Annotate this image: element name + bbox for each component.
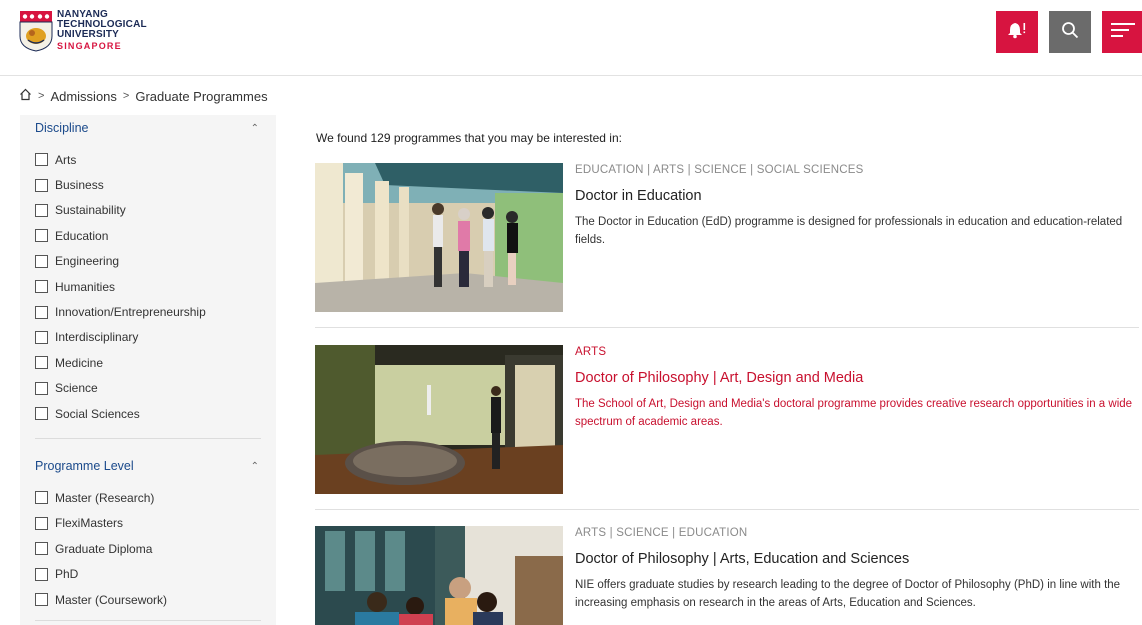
menu-button[interactable]	[1102, 11, 1142, 53]
filter-option-innovation[interactable]: Innovation/Entrepreneurship	[35, 299, 261, 324]
programme-info: ARTS Doctor of Philosophy | Art, Design …	[575, 345, 1139, 431]
checkbox[interactable]	[35, 356, 48, 370]
ntu-logo[interactable]: NANYANG TECHNOLOGICAL UNIVERSITY SINGAPO…	[19, 10, 147, 52]
programme-description: NIE offers graduate studies by research …	[575, 579, 1121, 609]
filter-option-label: Master (Coursework)	[55, 592, 168, 607]
programme-card[interactable]: EDUCATION | ARTS | SCIENCE | SOCIAL SCIE…	[315, 163, 1139, 343]
programme-description: The Doctor in Education (EdD) programme …	[575, 216, 1123, 246]
checkbox[interactable]	[35, 491, 48, 505]
filter-option-label: PhD	[55, 567, 79, 582]
programme-level-filter-group: Programme Level ⌃ Master (Research) Flex…	[20, 453, 276, 612]
filter-option-label: Social Sciences	[55, 406, 140, 421]
filter-option-label: Sustainability	[55, 203, 126, 218]
logo-line-3: UNIVERSITY	[57, 29, 120, 40]
logo-wordmark: NANYANG TECHNOLOGICAL UNIVERSITY SINGAPO…	[57, 10, 147, 52]
filter-sidebar: Discipline ⌃ Arts Business Sustainabilit…	[20, 115, 276, 625]
programme-level-filter-title: Programme Level	[35, 459, 134, 474]
filter-option-master-coursework[interactable]: Master (Coursework)	[35, 587, 261, 612]
filter-option-science[interactable]: Science	[35, 376, 261, 401]
discipline-filter-group: Discipline ⌃ Arts Business Sustainabilit…	[20, 115, 276, 426]
filter-option-label: Education	[55, 228, 109, 243]
filter-option-education[interactable]: Education	[35, 223, 261, 248]
filter-option-label: Innovation/Entrepreneurship	[55, 305, 206, 320]
home-icon[interactable]	[19, 88, 32, 104]
programme-image[interactable]	[315, 163, 563, 312]
filter-option-graduate-diploma[interactable]: Graduate Diploma	[35, 536, 261, 561]
breadcrumb: > Admissions > Graduate Programmes	[19, 88, 268, 104]
chevron-up-icon: ⌃	[250, 122, 259, 134]
filter-option-label: Arts	[55, 152, 77, 167]
checkbox[interactable]	[35, 542, 48, 556]
breadcrumb-separator: >	[122, 90, 130, 102]
breadcrumb-separator: >	[38, 90, 45, 102]
checkbox[interactable]	[35, 305, 48, 319]
programme-card[interactable]: ARTS | SCIENCE | EDUCATION Doctor of Phi…	[315, 526, 1139, 625]
programme-categories: ARTS | SCIENCE | EDUCATION	[575, 527, 748, 539]
filter-divider	[35, 438, 261, 440]
bell-icon	[1007, 21, 1027, 44]
checkbox[interactable]	[35, 516, 48, 530]
filter-option-label: Graduate Diploma	[55, 541, 153, 556]
filter-option-label: Master (Research)	[55, 490, 155, 505]
filter-option-business[interactable]: Business	[35, 172, 261, 197]
card-divider	[315, 509, 1139, 510]
chevron-up-icon: ⌃	[250, 460, 259, 472]
programme-level-filter-toggle[interactable]: Programme Level ⌃	[35, 453, 261, 479]
filter-option-label: Business	[55, 178, 104, 193]
discipline-filter-title: Discipline	[35, 121, 89, 135]
programme-categories: ARTS	[575, 346, 607, 358]
checkbox[interactable]	[35, 178, 48, 192]
checkbox[interactable]	[35, 203, 48, 217]
checkbox[interactable]	[35, 567, 48, 581]
filter-option-phd[interactable]: PhD	[35, 561, 261, 586]
filter-option-label: Interdisciplinary	[55, 330, 139, 345]
logo-line-4: SINGAPORE	[57, 41, 122, 51]
filter-option-label: Engineering	[55, 254, 120, 269]
programme-info: EDUCATION | ARTS | SCIENCE | SOCIAL SCIE…	[575, 163, 1139, 249]
programme-image[interactable]	[315, 526, 563, 625]
checkbox[interactable]	[35, 593, 48, 607]
programme-description: The School of Art, Design and Media's do…	[575, 398, 1133, 428]
programme-categories: EDUCATION | ARTS | SCIENCE | SOCIAL SCIE…	[575, 164, 864, 176]
breadcrumb-graduate-programmes[interactable]: Graduate Programmes	[135, 89, 267, 104]
results-summary: We found 129 programmes that you may be …	[316, 131, 622, 145]
breadcrumb-admissions[interactable]: Admissions	[50, 89, 116, 104]
programme-info: ARTS | SCIENCE | EDUCATION Doctor of Phi…	[575, 526, 1139, 612]
hamburger-icon	[1111, 22, 1135, 43]
filter-option-humanities[interactable]: Humanities	[35, 274, 261, 299]
search-icon	[1061, 21, 1079, 44]
programme-title[interactable]: Doctor of Philosophy | Arts, Education a…	[575, 550, 1139, 568]
programme-card[interactable]: ARTS Doctor of Philosophy | Art, Design …	[315, 345, 1139, 525]
card-divider	[315, 327, 1139, 328]
checkbox[interactable]	[35, 407, 48, 421]
filter-option-label: FlexiMasters	[55, 516, 124, 531]
discipline-filter-toggle[interactable]: Discipline ⌃	[35, 115, 261, 141]
filter-option-sustainability[interactable]: Sustainability	[35, 198, 261, 223]
filter-option-label: Medicine	[55, 355, 104, 370]
filter-option-fleximasters[interactable]: FlexiMasters	[35, 511, 261, 536]
programme-image[interactable]	[315, 345, 563, 494]
filter-option-interdisciplinary[interactable]: Interdisciplinary	[35, 325, 261, 350]
checkbox[interactable]	[35, 153, 48, 167]
ntu-crest-icon	[19, 10, 53, 52]
filter-option-arts[interactable]: Arts	[35, 147, 261, 172]
search-button[interactable]	[1049, 11, 1091, 53]
site-header: NANYANG TECHNOLOGICAL UNIVERSITY SINGAPO…	[0, 0, 1142, 76]
filter-option-label: Humanities	[55, 279, 116, 294]
filter-option-label: Science	[55, 381, 98, 396]
programme-title[interactable]: Doctor in Education	[575, 187, 1139, 205]
filter-option-medicine[interactable]: Medicine	[35, 350, 261, 375]
checkbox[interactable]	[35, 330, 48, 344]
filter-option-engineering[interactable]: Engineering	[35, 249, 261, 274]
notification-button[interactable]	[996, 11, 1038, 53]
filter-option-social-sciences[interactable]: Social Sciences	[35, 401, 261, 426]
checkbox[interactable]	[35, 254, 48, 268]
filter-option-master-research[interactable]: Master (Research)	[35, 485, 261, 510]
programme-title[interactable]: Doctor of Philosophy | Art, Design and M…	[575, 369, 1139, 387]
checkbox[interactable]	[35, 381, 48, 395]
checkbox[interactable]	[35, 280, 48, 294]
filter-divider	[35, 620, 261, 622]
checkbox[interactable]	[35, 229, 48, 243]
